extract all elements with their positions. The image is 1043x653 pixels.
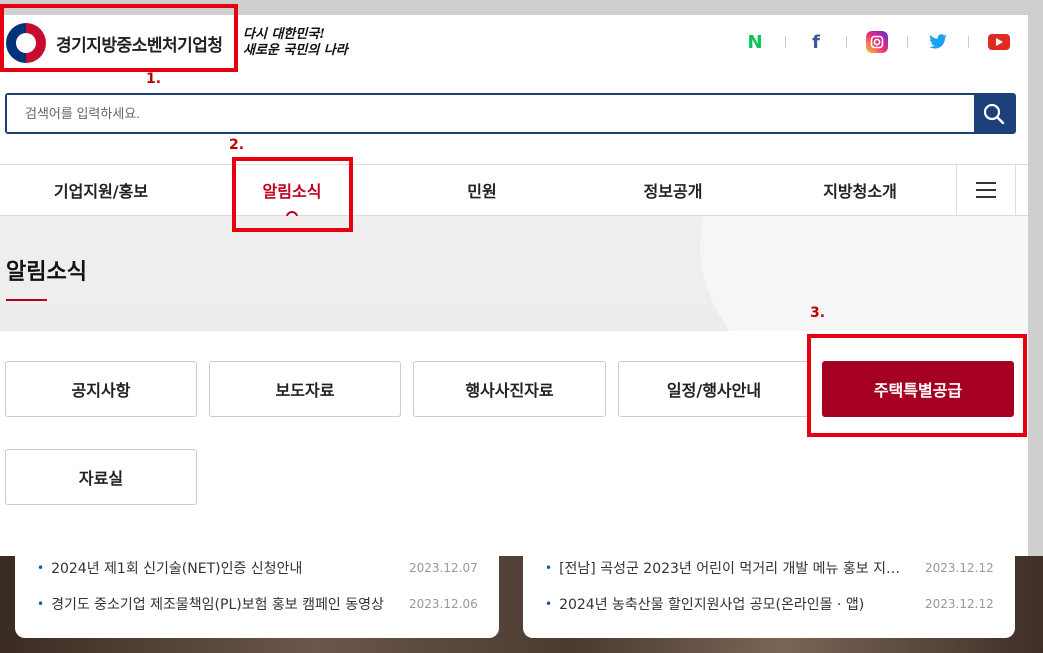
bullet-icon: • bbox=[37, 561, 45, 575]
divider bbox=[907, 36, 908, 48]
nav-item-public-info[interactable]: 정보공개 bbox=[582, 165, 764, 215]
list-item[interactable]: • [전남] 곡성군 2023년 어린이 먹거리 개발 메뉴 홍보 지… 202… bbox=[545, 556, 994, 580]
search-bar bbox=[5, 93, 1016, 134]
list-item[interactable]: • 2024년 제1회 신기술(NET)인증 신청안내 2023.12.07 bbox=[37, 556, 478, 580]
facebook-icon[interactable]: f bbox=[805, 31, 827, 53]
tab-schedule[interactable]: 일정/행사안내 bbox=[618, 361, 810, 417]
divider bbox=[968, 36, 969, 48]
title-underline bbox=[6, 299, 47, 301]
slogan-line: 새로운 국민의 나라 bbox=[243, 43, 348, 58]
twitter-icon[interactable] bbox=[927, 31, 949, 53]
bullet-icon: • bbox=[37, 597, 45, 611]
annotation-box bbox=[232, 157, 353, 232]
sns-links: N f bbox=[744, 31, 1010, 53]
submenu-header: 알림소식 bbox=[0, 216, 1028, 331]
news-title[interactable]: 경기도 중소기업 제조물책임(PL)보험 홍보 캠페인 동영상 bbox=[51, 594, 397, 614]
list-item[interactable]: • 2024년 농축산물 할인지원사업 공모(온라인몰 · 앱) 2023.12… bbox=[545, 592, 994, 616]
decorative-shape bbox=[700, 216, 1028, 331]
submenu-title: 알림소식 bbox=[6, 260, 87, 285]
news-date: 2023.12.07 bbox=[409, 561, 478, 575]
search-icon bbox=[983, 103, 1005, 124]
tab-archive[interactable]: 자료실 bbox=[5, 449, 197, 505]
tab-notice[interactable]: 공지사항 bbox=[5, 361, 197, 417]
hamburger-menu-icon[interactable] bbox=[956, 165, 1016, 215]
news-title[interactable]: 2024년 제1회 신기술(NET)인증 신청안내 bbox=[51, 558, 397, 578]
divider bbox=[785, 36, 786, 48]
nav-item-about[interactable]: 지방청소개 bbox=[764, 165, 956, 215]
bullet-icon: • bbox=[545, 561, 553, 575]
annotation-box bbox=[0, 4, 238, 72]
nav-item-civil-service[interactable]: 민원 bbox=[382, 165, 582, 215]
instagram-icon[interactable] bbox=[866, 31, 888, 53]
slogan: 다시 대한민국! 새로운 국민의 나라 bbox=[243, 27, 348, 59]
news-date: 2023.12.12 bbox=[925, 561, 994, 575]
main-navigation: 기업지원/홍보 알림소식 민원 정보공개 지방청소개 bbox=[0, 164, 1028, 223]
outer-backdrop bbox=[1028, 0, 1043, 556]
bullet-icon: • bbox=[545, 597, 553, 611]
news-card-left: • 2024년 제1회 신기술(NET)인증 신청안내 2023.12.07 •… bbox=[15, 556, 499, 638]
annotation-number: 1. bbox=[146, 71, 162, 87]
news-card-right: • [전남] 곡성군 2023년 어린이 먹거리 개발 메뉴 홍보 지… 202… bbox=[523, 556, 1015, 638]
tab-event-photos[interactable]: 행사사진자료 bbox=[413, 361, 606, 417]
news-title[interactable]: 2024년 농축산물 할인지원사업 공모(온라인몰 · 앱) bbox=[559, 594, 913, 614]
divider bbox=[846, 36, 847, 48]
annotation-number: 3. bbox=[810, 305, 826, 321]
annotation-number: 2. bbox=[229, 137, 245, 153]
news-date: 2023.12.12 bbox=[925, 597, 994, 611]
tab-press-release[interactable]: 보도자료 bbox=[209, 361, 401, 417]
annotation-box bbox=[807, 334, 1027, 437]
search-input[interactable] bbox=[7, 95, 974, 132]
youtube-icon[interactable] bbox=[988, 34, 1010, 50]
slogan-line: 다시 대한민국! bbox=[243, 27, 325, 42]
nav-item-business-support[interactable]: 기업지원/홍보 bbox=[0, 165, 202, 215]
news-date: 2023.12.06 bbox=[409, 597, 478, 611]
list-item[interactable]: • 경기도 중소기업 제조물책임(PL)보험 홍보 캠페인 동영상 2023.1… bbox=[37, 592, 478, 616]
naver-icon[interactable]: N bbox=[744, 31, 766, 53]
search-button[interactable] bbox=[974, 95, 1014, 132]
news-title[interactable]: [전남] 곡성군 2023년 어린이 먹거리 개발 메뉴 홍보 지… bbox=[559, 558, 913, 578]
